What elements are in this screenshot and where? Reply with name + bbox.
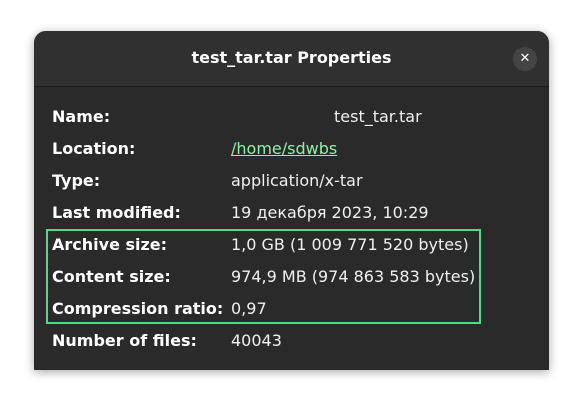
name-value: test_tar.tar <box>334 107 422 126</box>
content-size-value: 974,9 MB (974 863 583 bytes) <box>231 267 476 286</box>
modified-value: 19 декабря 2023, 10:29 <box>231 203 429 222</box>
name-label: Name: <box>52 107 111 126</box>
dialog-title: test_tar.tar Properties <box>191 48 392 67</box>
close-button[interactable]: ✕ <box>513 47 537 71</box>
content-size-label: Content size: <box>52 267 171 286</box>
files-value: 40043 <box>231 331 282 350</box>
dialog-header: test_tar.tar Properties ✕ <box>34 31 549 87</box>
files-label: Number of files: <box>52 331 197 350</box>
archive-size-value: 1,0 GB (1 009 771 520 bytes) <box>231 235 469 254</box>
type-value: application/x-tar <box>231 171 363 190</box>
property-row-type: Type: application/x-tar <box>52 165 532 197</box>
property-row-files: Number of files: 40043 <box>52 325 532 357</box>
property-row-content-size: Content size: 974,9 MB (974 863 583 byte… <box>52 261 532 293</box>
compression-ratio-label: Compression ratio: <box>52 299 224 318</box>
property-row-name: Name: test_tar.tar <box>52 101 532 133</box>
type-label: Type: <box>52 171 101 190</box>
archive-size-label: Archive size: <box>52 235 168 254</box>
properties-list: Name: test_tar.tar Location: /home/sdwbs… <box>52 101 532 357</box>
location-label: Location: <box>52 139 136 158</box>
properties-dialog: test_tar.tar Properties ✕ Name: test_tar… <box>34 31 549 370</box>
properties-dialog-frame: test_tar.tar Properties ✕ Name: test_tar… <box>34 31 549 370</box>
property-row-modified: Last modified: 19 декабря 2023, 10:29 <box>52 197 532 229</box>
compression-ratio-value: 0,97 <box>231 299 267 318</box>
property-row-location: Location: /home/sdwbs <box>52 133 532 165</box>
property-row-compression-ratio: Compression ratio: 0,97 <box>52 293 532 325</box>
property-row-archive-size: Archive size: 1,0 GB (1 009 771 520 byte… <box>52 229 532 261</box>
close-icon: ✕ <box>519 51 531 66</box>
location-link[interactable]: /home/sdwbs <box>231 139 337 158</box>
modified-label: Last modified: <box>52 203 181 222</box>
